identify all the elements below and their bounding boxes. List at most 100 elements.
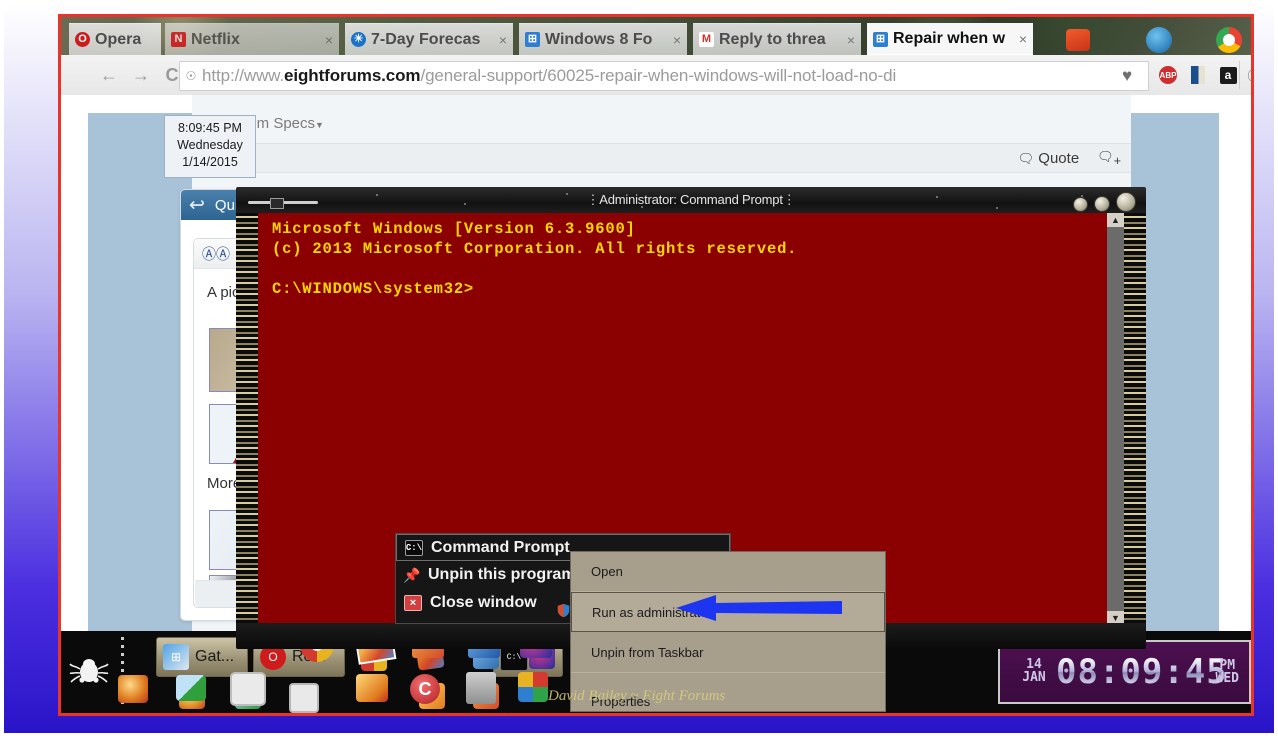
cmd-scroll-up-icon[interactable]: ▲ bbox=[1107, 213, 1124, 227]
minimize-button[interactable] bbox=[1073, 197, 1088, 212]
close-button[interactable] bbox=[1116, 192, 1136, 212]
tab-close-icon[interactable]: × bbox=[847, 32, 855, 48]
multiquote-icon: 🗨 bbox=[1097, 149, 1114, 164]
ccleaner-icon[interactable] bbox=[73, 683, 99, 709]
downloads-icon[interactable]: ⓘ bbox=[1239, 61, 1251, 89]
font-color-icon[interactable]: ⒶⒶ bbox=[202, 244, 230, 264]
page-right-margin bbox=[1219, 95, 1251, 631]
quote-controls: 🗨 Quote 🗨+ bbox=[1018, 144, 1121, 172]
chevron-down-icon: ▼ bbox=[315, 120, 324, 130]
tab-label: Reply to threa bbox=[719, 30, 826, 48]
picture-viewer-icon[interactable] bbox=[118, 675, 148, 703]
tab-repair-when-windows[interactable]: ⊞ Repair when w × bbox=[867, 23, 1033, 55]
cmd-window-buttons[interactable] bbox=[1073, 192, 1136, 212]
chrome-icon bbox=[1216, 27, 1242, 53]
clock-ampm-weekday: PM WED bbox=[1216, 659, 1239, 685]
computer-icon[interactable] bbox=[466, 672, 496, 704]
jumplist-item-label: Close window bbox=[430, 594, 537, 611]
tab-reply-to-thread[interactable]: M Reply to threa × bbox=[693, 23, 861, 55]
bookmarks-icon[interactable] bbox=[1183, 61, 1213, 89]
maximize-button[interactable] bbox=[1094, 196, 1110, 212]
adblock-icon[interactable]: ABP bbox=[1153, 61, 1183, 89]
tab-label: Opera bbox=[95, 30, 142, 48]
context-menu-label: Unpin from Taskbar bbox=[591, 644, 704, 660]
title-dots-right: ⋮ bbox=[782, 192, 796, 207]
tab-7-day-forecast[interactable]: ☀ 7-Day Forecas × bbox=[345, 23, 513, 55]
folder-download-icon[interactable] bbox=[356, 674, 388, 702]
author-watermark: David Bailey ~ Eight Forums bbox=[548, 688, 726, 704]
tab-label: 7-Day Forecas bbox=[371, 30, 481, 48]
tooltip-time: 8:09:45 PM bbox=[178, 121, 242, 135]
uac-shield-icon bbox=[557, 603, 570, 618]
reply-arrow-icon: ↩ bbox=[189, 194, 205, 216]
taskbar-button-gadgets[interactable]: ⊞ Gat... bbox=[156, 637, 248, 677]
page-left-blue-column bbox=[88, 113, 192, 631]
clock-time: 08:09:45 bbox=[1056, 652, 1228, 692]
context-menu-item-open[interactable]: Open bbox=[571, 552, 885, 592]
browser-toolbar: ← → C ▦ ☉ http://www.eightforums.com/gen… bbox=[61, 55, 1251, 96]
cmd-decor-slider-top bbox=[248, 198, 318, 209]
quote-icon: 🗨 bbox=[1017, 150, 1035, 166]
close-icon: × bbox=[404, 595, 422, 611]
omnibox-buttons: ♥ bbox=[1112, 62, 1142, 90]
back-button[interactable]: ← bbox=[99, 65, 119, 85]
forward-button[interactable]: → bbox=[131, 65, 151, 85]
context-menu-label: Open bbox=[591, 564, 623, 579]
tooltip-day: Wednesday bbox=[177, 137, 243, 152]
url-text: http://www.eightforums.com/general-suppo… bbox=[202, 66, 896, 86]
ccleaner-icon[interactable]: C bbox=[410, 674, 440, 704]
desktop-clock-widget[interactable]: 14 JAN 08:09:45 PM WED bbox=[998, 640, 1251, 704]
title-dots-left: ⋮ bbox=[586, 192, 600, 207]
screenshot-root: O Opera N Netflix × ☀ 7-Day Forecas × ⊞ … bbox=[0, 0, 1278, 741]
cmd-left-bezel bbox=[236, 213, 258, 649]
webcam-icon[interactable] bbox=[230, 672, 266, 706]
tab-close-icon[interactable]: × bbox=[673, 32, 681, 48]
windows-gadget-icon: ⊞ bbox=[163, 644, 189, 670]
clock-weekday: WED bbox=[1215, 671, 1239, 686]
tab-label: Netflix bbox=[191, 30, 240, 48]
address-bar[interactable]: ☉ http://www.eightforums.com/general-sup… bbox=[179, 61, 1149, 91]
desktop-shortcut-icon-1 bbox=[1066, 29, 1090, 51]
cmd-vertical-scrollbar[interactable]: ▲ ▼ bbox=[1107, 213, 1124, 625]
url-domain: eightforums.com bbox=[284, 66, 421, 85]
tab-close-icon[interactable]: × bbox=[325, 32, 333, 48]
tab-windows-8-forums[interactable]: ⊞ Windows 8 Fo × bbox=[519, 23, 687, 55]
security-icon[interactable] bbox=[518, 672, 548, 702]
multiquote-button[interactable]: 🗨+ bbox=[1097, 148, 1121, 168]
cmd-right-bezel bbox=[1124, 213, 1146, 649]
gmail-icon: M bbox=[699, 32, 714, 47]
heart-icon[interactable]: ♥ bbox=[1112, 62, 1142, 90]
windows-forums-icon: ⊞ bbox=[525, 32, 540, 47]
windows-forums-icon: ⊞ bbox=[873, 31, 888, 47]
pin-icon: 📌 bbox=[403, 566, 421, 583]
cmd-title-text: Administrator: Command Prompt bbox=[599, 192, 783, 207]
context-menu-item-unpin-from-taskbar[interactable]: Unpin from Taskbar bbox=[571, 632, 885, 673]
post-action-bar: 👍 ⚠ 🗨 Quote 🗨+ bbox=[186, 143, 1131, 173]
clock-tooltip: 8:09:45 PM Wednesday 1/14/2015 bbox=[164, 115, 256, 178]
cmd-scroll-track[interactable] bbox=[1107, 227, 1124, 611]
url-protocol: http://www. bbox=[202, 66, 285, 85]
netflix-icon: N bbox=[171, 32, 186, 47]
jumplist-item-label: Unpin this program bbox=[428, 566, 576, 583]
desktop-shortcut-icon-2 bbox=[1146, 27, 1172, 53]
opera-icon: O bbox=[75, 32, 90, 47]
url-path: /general-support/60025-repair-when-windo… bbox=[420, 66, 897, 85]
blue-pointer-arrow bbox=[676, 595, 842, 621]
cmd-window-title: ⋮Administrator: Command Prompt⋮ bbox=[586, 192, 795, 208]
weather-icon: ☀ bbox=[351, 32, 366, 47]
tab-opera[interactable]: O Opera bbox=[69, 23, 161, 55]
browser-tabstrip: O Opera N Netflix × ☀ 7-Day Forecas × ⊞ … bbox=[61, 17, 1251, 55]
tab-netflix[interactable]: N Netflix × bbox=[165, 23, 339, 55]
page-left-margin bbox=[61, 95, 88, 631]
tab-close-icon[interactable]: × bbox=[499, 32, 507, 48]
clock-date: 14 JAN bbox=[1020, 658, 1048, 684]
clock-month: JAN bbox=[1022, 670, 1046, 685]
cmd-icon: C:\ bbox=[405, 539, 423, 556]
tab-close-icon[interactable]: × bbox=[1019, 31, 1027, 47]
screen-sync-icon[interactable] bbox=[176, 675, 206, 701]
page-info-icon[interactable]: ☉ bbox=[180, 69, 202, 83]
webcam-icon[interactable] bbox=[289, 683, 319, 713]
tooltip-date: 1/14/2015 bbox=[182, 154, 238, 169]
quote-button[interactable]: 🗨 Quote bbox=[1018, 150, 1080, 167]
jumplist-item-label: Command Prompt bbox=[431, 538, 570, 556]
